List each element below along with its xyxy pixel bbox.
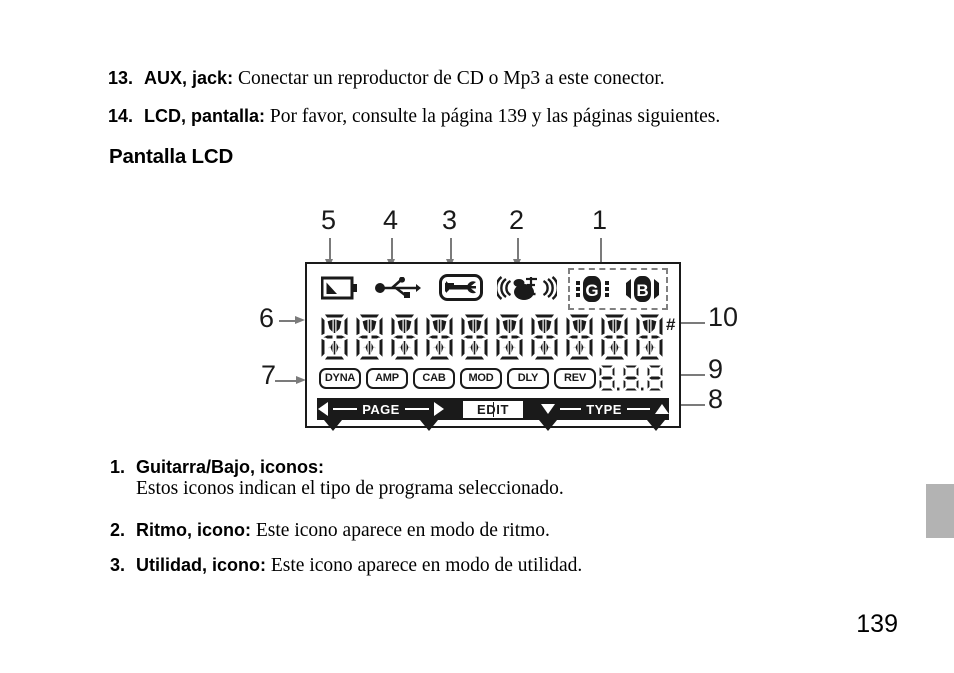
callout-number-7: 7 <box>261 360 277 390</box>
list-item-term: Ritmo, icono: <box>136 520 252 540</box>
page-edge-tab <box>926 484 954 538</box>
list-item-description: Este icono aparece en modo de utilidad. <box>270 555 583 576</box>
segment-character <box>530 313 559 361</box>
list-item-term: Utilidad, icono: <box>136 555 267 575</box>
page-left-arrow-icon[interactable] <box>318 402 329 416</box>
effect-chip-rev[interactable]: REV <box>554 368 596 389</box>
nav-pointer-type-up <box>647 420 665 431</box>
callout-number-2: 2 <box>509 205 525 235</box>
segment-character <box>600 313 629 361</box>
list-item: 14. LCD, pantalla: Por favor, consulte la… <box>108 104 720 129</box>
callout-number-6: 6 <box>259 303 275 333</box>
segment-character <box>635 313 664 361</box>
list-item-number: 1. <box>110 457 126 477</box>
numeric-display <box>597 364 669 392</box>
callout-number-1: 1 <box>592 205 608 235</box>
bass-icon-letter: B <box>636 281 648 300</box>
list-item: 2. Ritmo, icono: Este icono aparece en mo… <box>110 518 550 543</box>
battery-icon <box>320 276 359 305</box>
callout-arrow-7 <box>275 376 306 385</box>
page-number: 139 <box>856 610 898 638</box>
nav-type-label: TYPE <box>586 401 622 417</box>
nav-pointer-page-right <box>420 420 438 431</box>
edit-caret <box>492 401 495 417</box>
list-item-term: AUX, jack: <box>144 68 234 88</box>
callout-number-4: 4 <box>383 205 399 235</box>
effect-chip-amp[interactable]: AMP <box>366 368 408 389</box>
nav-pointer-type-down <box>539 420 557 431</box>
segment-character <box>355 313 384 361</box>
type-down-arrow-icon[interactable] <box>541 404 555 414</box>
list-item-number: 14. <box>108 106 134 126</box>
segment-character <box>565 313 594 361</box>
effect-chip-cab[interactable]: CAB <box>413 368 455 389</box>
segment-character <box>460 313 489 361</box>
list-item: 3. Utilidad, icono: Este icono aparece en… <box>110 553 582 578</box>
usb-icon <box>375 276 421 304</box>
bass-icon: B <box>625 274 663 309</box>
list-item-description: Conectar un reproductor de CD o Mp3 a es… <box>237 68 665 89</box>
nav-page-label: PAGE <box>362 401 400 417</box>
lcd-screen-frame: G B # DYNA AMP CAB MOD DLY REV PAGE TYPE <box>305 262 681 431</box>
sharp-symbol: # <box>666 315 676 334</box>
list-item: 13. AUX, jack: Conectar un reproductor de… <box>108 66 665 91</box>
list-item-term: Guitarra/Bajo, iconos: <box>136 457 325 477</box>
list-item-term: LCD, pantalla: <box>144 106 266 126</box>
numeric-display-digits <box>598 364 664 392</box>
effect-chip-dyna[interactable]: DYNA <box>319 368 361 389</box>
utility-wrench-icon <box>439 274 483 306</box>
list-item-number: 3. <box>110 555 126 575</box>
callout-arrow-6 <box>279 316 305 325</box>
segment-character <box>425 313 454 361</box>
nav-pointer-page-left <box>324 420 342 431</box>
segment-character <box>320 313 349 361</box>
type-up-arrow-icon[interactable] <box>655 404 669 414</box>
guitar-icon: G <box>575 274 613 309</box>
segment-character <box>495 313 524 361</box>
callout-number-5: 5 <box>321 205 337 235</box>
lcd-display-diagram: 5 4 3 2 1 6 7 10 9 8 G B # DYNA AMP CAB … <box>245 198 785 438</box>
list-item: 1. Guitarra/Bajo, iconos: <box>110 455 324 480</box>
callout-number-3: 3 <box>442 205 458 235</box>
segment-character <box>390 313 419 361</box>
edit-indicator[interactable]: EDIT <box>462 400 523 418</box>
effect-chip-mod[interactable]: MOD <box>460 368 502 389</box>
callout-number-9: 9 <box>708 354 724 384</box>
list-item-description: Por favor, consulte la página 139 y las … <box>269 106 721 127</box>
guitar-icon-letter: G <box>585 281 598 300</box>
callout-number-10: 10 <box>708 302 739 332</box>
segment-character-row <box>318 312 666 362</box>
rhythm-drum-icon <box>495 273 559 307</box>
callout-number-8: 8 <box>708 384 724 414</box>
list-item-number: 2. <box>110 520 126 540</box>
nav-type-group[interactable]: TYPE <box>541 398 669 420</box>
list-item-description: Estos iconos indican el tipo de programa… <box>136 478 564 499</box>
nav-page-group[interactable]: PAGE <box>317 398 445 420</box>
effect-block-row: DYNA AMP CAB MOD DLY REV <box>319 368 596 389</box>
nav-edit-group[interactable]: EDIT <box>445 398 541 420</box>
navigation-bar: PAGE EDIT TYPE <box>317 398 669 420</box>
section-heading: Pantalla LCD <box>109 145 234 168</box>
list-item-number: 13. <box>108 68 134 88</box>
list-item-description: Este icono aparece en modo de ritmo. <box>255 520 550 541</box>
page-right-arrow-icon[interactable] <box>433 402 444 416</box>
effect-chip-dly[interactable]: DLY <box>507 368 549 389</box>
